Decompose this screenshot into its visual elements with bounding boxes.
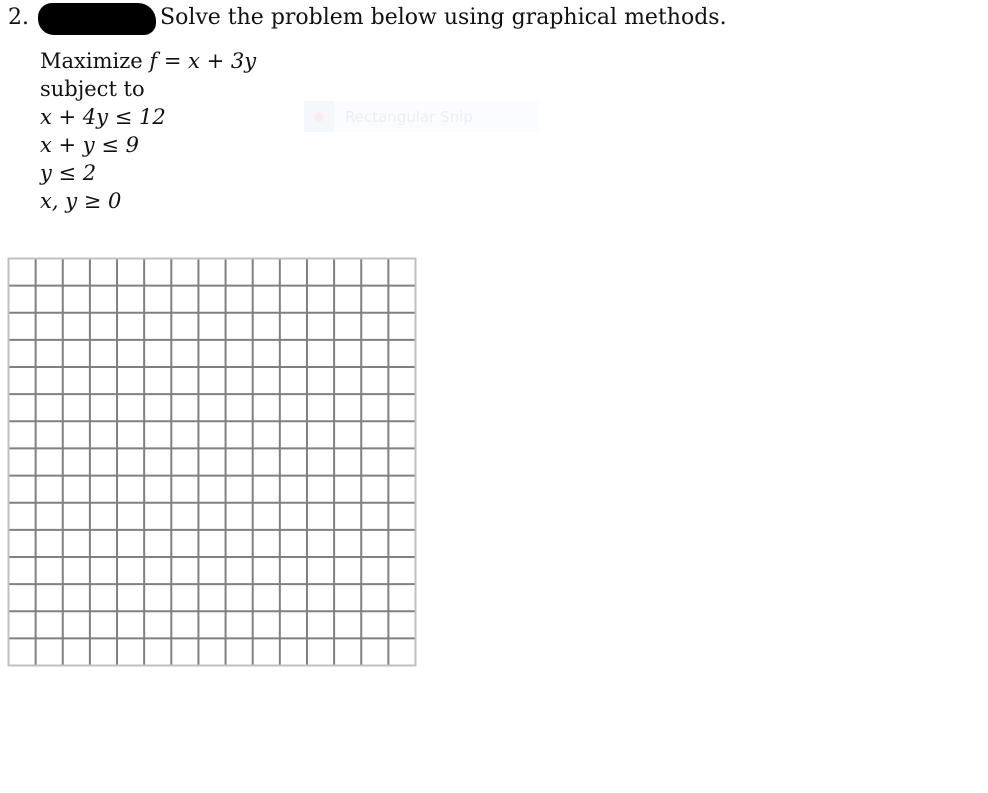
graph-paper-grid — [7, 257, 417, 667]
grid-border — [7, 257, 417, 667]
